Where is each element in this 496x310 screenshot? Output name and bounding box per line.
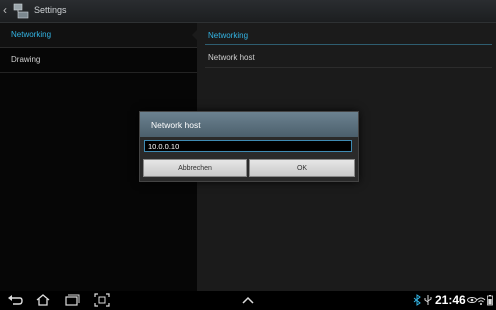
network-host-input[interactable] [144, 140, 352, 152]
category-divider [205, 44, 492, 45]
ok-button[interactable]: OK [249, 159, 355, 177]
back-chevron-icon[interactable]: ‹ [3, 4, 11, 17]
status-clock: 21:46 [435, 293, 466, 307]
category-title: Networking [208, 31, 249, 40]
screenshot-icon[interactable] [94, 293, 110, 307]
app-icon[interactable] [13, 3, 29, 19]
wifi-icon [476, 297, 486, 305]
page-title: Settings [34, 5, 67, 15]
recent-apps-icon[interactable] [64, 293, 80, 307]
pref-divider [205, 67, 492, 68]
pref-network-host[interactable]: Network host [208, 53, 255, 62]
dialog-title: Network host [151, 120, 201, 130]
header-item-label: Drawing [11, 55, 41, 64]
chevron-up-icon[interactable] [240, 293, 256, 307]
cancel-button[interactable]: Abbrechen [143, 159, 247, 177]
back-icon[interactable] [7, 293, 23, 307]
battery-icon [487, 295, 493, 306]
header-item-label: Networking [11, 30, 52, 39]
header-item-networking[interactable]: Networking [0, 23, 197, 48]
system-bar: 21:46 [0, 291, 496, 310]
network-host-dialog: Network host Abbrechen OK [139, 111, 359, 182]
action-bar: ‹ Settings [0, 0, 496, 23]
header-item-drawing[interactable]: Drawing [0, 48, 197, 73]
dialog-titlebar: Network host [140, 112, 358, 137]
home-icon[interactable] [35, 293, 51, 307]
bluetooth-icon [413, 294, 421, 306]
usb-icon [424, 295, 432, 305]
